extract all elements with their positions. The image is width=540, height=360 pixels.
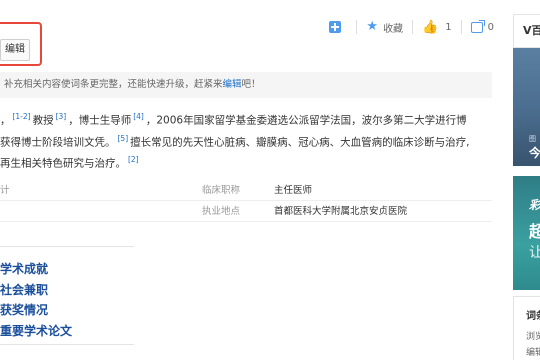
reference-link[interactable]: [1-2] <box>13 112 31 121</box>
ad-text: 让 <box>529 245 540 261</box>
stats-views-label: 浏览 <box>526 332 540 342</box>
info-row: 执业地点 首都医科大学附属北京安贞医院 <box>0 201 492 222</box>
stats-heading: 词条 <box>526 311 540 322</box>
like-count: 1 <box>445 21 452 33</box>
banner-caption-small: 图 <box>529 135 536 143</box>
toc-item[interactable]: 重要学术论文 <box>0 321 72 342</box>
share-button[interactable]: 0 <box>470 19 494 33</box>
summary-line-1: ， [1-2] 教授 [3] ，博士生导师 [4] ，2006年国家留学基金委遴选公派留学法… <box>0 112 467 127</box>
info-row: 计 临床职称 主任医师 <box>0 180 492 201</box>
toolbar-divider <box>412 20 414 34</box>
entry-stats-box: 词条 浏览 编辑 <box>513 296 540 360</box>
entry-toolbar: ★ 收藏 👍 1 0 <box>329 18 494 36</box>
reference-link[interactable]: [4] <box>133 112 144 121</box>
summary-paragraph: ， [1-2] 教授 [3] ，博士生导师 [4] ，2006年国家留学基金委遴选公派留学法… <box>0 108 494 173</box>
favorite-label: 收藏 <box>383 23 404 35</box>
info-label: 临床职称 <box>202 185 241 196</box>
like-button[interactable]: 👍 1 <box>422 20 452 35</box>
notice-suffix: 吧！ <box>241 79 261 90</box>
toc-divider <box>0 246 134 247</box>
ad-text: 超 <box>529 222 540 241</box>
reference-link[interactable]: [5] <box>118 134 129 143</box>
add-entry-button[interactable] <box>329 21 347 33</box>
share-count: 0 <box>487 21 494 33</box>
toc-item[interactable]: 获奖情况 <box>0 300 72 321</box>
toc-item[interactable]: 学术成就 <box>0 259 72 280</box>
share-icon <box>470 19 485 33</box>
reference-link[interactable]: [3] <box>56 112 67 121</box>
favorite-button[interactable]: ★ 收藏 <box>366 20 403 35</box>
plus-icon <box>329 21 342 33</box>
toolbar-divider <box>460 20 462 34</box>
banner-caption: 今 <box>529 146 540 160</box>
notice-text: 补充相关内容使词条更完整，还能快速升级，赶紧来 <box>4 79 223 90</box>
ad-text: 彩 <box>529 198 540 212</box>
toc-item[interactable]: 社会兼职 <box>0 280 72 301</box>
info-value: 首都医科大学附属北京安贞医院 <box>274 206 408 217</box>
sidebar-header: V百 <box>513 14 540 48</box>
edit-button[interactable]: 编辑 <box>0 39 30 61</box>
edit-notice-bar: 补充相关内容使词条更完整，还能快速升级，赶紧来编辑吧！ <box>0 72 492 98</box>
info-label: 执业地点 <box>202 206 241 217</box>
notice-edit-link[interactable]: 编辑 <box>223 79 242 90</box>
sidebar-ad-banner[interactable]: 彩 超 让 <box>513 176 540 290</box>
toolbar-divider <box>356 20 358 34</box>
info-label: 计 <box>0 185 10 196</box>
summary-line-3: 再生相关特色研究与治疗。 [2] <box>0 155 139 170</box>
reference-link[interactable]: [2] <box>128 155 139 164</box>
table-of-contents: 学术成就 社会兼职 获奖情况 重要学术论文 <box>0 259 72 341</box>
star-icon: ★ <box>366 19 379 34</box>
summary-line-2: 获得博士阶段培训文凭。 [5] 擅长常见的先天性心脏病、瓣膜病、冠心病、大血管病的临… <box>0 133 470 149</box>
toc-divider <box>0 344 134 345</box>
thumbs-up-icon: 👍 <box>422 19 439 35</box>
stats-edits-label: 编辑 <box>526 348 540 358</box>
sidebar-banner-image[interactable]: 图 今 <box>513 48 540 166</box>
info-value: 主任医师 <box>274 185 313 196</box>
